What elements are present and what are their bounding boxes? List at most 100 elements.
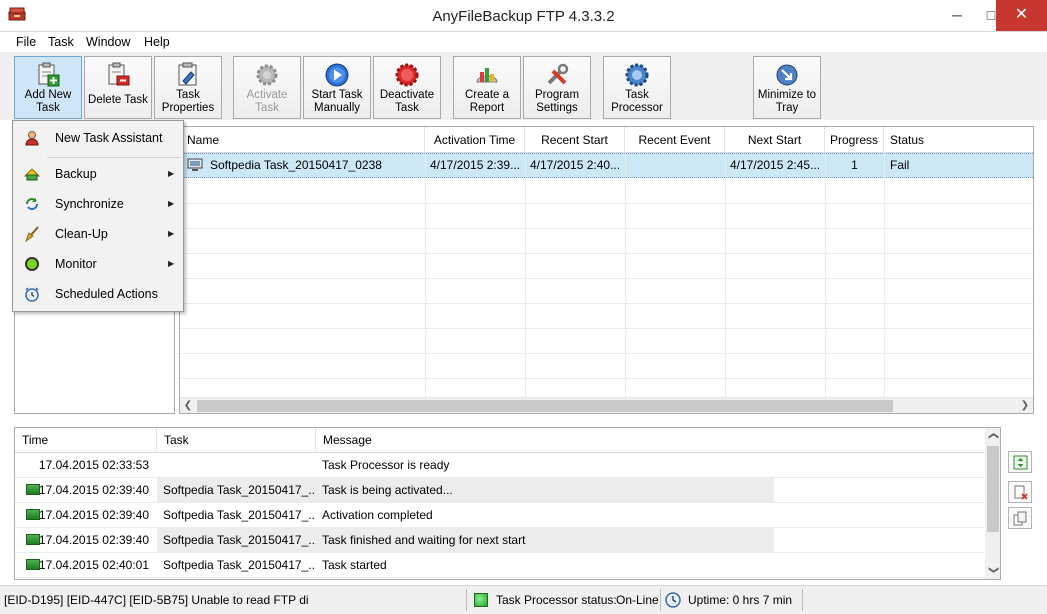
- log-message-cell: Task Processor is ready: [322, 458, 450, 472]
- start-task-manually-label: Start Task Manually: [311, 89, 363, 114]
- minimize-window-button[interactable]: ─: [940, 0, 974, 31]
- menu-window[interactable]: Window: [86, 35, 130, 49]
- synchronize-icon: [26, 198, 38, 210]
- delete-task-button[interactable]: Delete Task: [84, 56, 152, 119]
- log-column-task[interactable]: Task: [157, 428, 316, 453]
- start-task-manually-button[interactable]: Start Task Manually: [303, 56, 371, 119]
- expand-arrows-icon: [1013, 455, 1028, 470]
- create-report-label: Create a Report: [464, 89, 510, 114]
- column-recent-event[interactable]: Recent Event: [625, 127, 725, 153]
- monitor-indicator-icon: [25, 257, 39, 271]
- menu-item-monitor[interactable]: Monitor ▶: [14, 251, 182, 277]
- submenu-arrow-icon: ▶: [168, 229, 175, 238]
- status-divider: [466, 589, 467, 611]
- column-next-start[interactable]: Next Start: [725, 127, 825, 153]
- scroll-right-icon[interactable]: ❯: [1017, 398, 1033, 413]
- menu-item-synchronize[interactable]: Synchronize ▶: [14, 191, 182, 217]
- task-row[interactable]: Softpedia Task_20150417_0238 4/17/2015 2…: [180, 153, 1033, 178]
- scroll-log-button[interactable]: [1008, 451, 1032, 473]
- menu-item-scheduled-actions[interactable]: Scheduled Actions: [14, 281, 182, 307]
- copy-log-button[interactable]: [1008, 507, 1032, 529]
- toolbar: Add New Task Delete Task Task Properties…: [0, 52, 1047, 120]
- deactivate-task-button[interactable]: Deactivate Task: [373, 56, 441, 119]
- log-row[interactable]: 17.04.2015 02:39:40 Softpedia Task_20150…: [15, 478, 985, 503]
- clear-log-button[interactable]: [1008, 481, 1032, 503]
- task-recent-start-cell: 4/17/2015 2:40...: [530, 158, 621, 172]
- status-divider: [802, 589, 803, 611]
- grid-divider: [180, 378, 1033, 379]
- task-properties-label: Task Properties: [161, 89, 215, 114]
- add-new-task-button[interactable]: Add New Task: [14, 56, 82, 119]
- activate-task-label: Activate Task: [246, 89, 288, 114]
- task-processor-button[interactable]: Task Processor: [603, 56, 671, 119]
- menu-item-backup[interactable]: Backup ▶: [14, 161, 182, 187]
- activate-task-button[interactable]: Activate Task: [233, 56, 301, 119]
- uptime-text: Uptime: 0 hrs 7 min: [688, 593, 793, 607]
- log-message-cell: Task started: [322, 558, 387, 572]
- scroll-thumb[interactable]: [197, 400, 893, 412]
- alarm-clock-icon: [25, 287, 39, 302]
- task-name-cell: Softpedia Task_20150417_0238: [210, 158, 382, 172]
- column-progress[interactable]: Progress: [825, 127, 884, 153]
- log-row[interactable]: 17.04.2015 02:33:53 Task Processor is re…: [15, 453, 985, 478]
- column-recent-start[interactable]: Recent Start: [525, 127, 625, 153]
- log-grid[interactable]: Time Task Message 17.04.2015 02:33:53 Ta…: [14, 427, 1001, 580]
- menu-item-new-task-assistant[interactable]: New Task Assistant: [14, 125, 182, 151]
- task-progress-cell: 1: [851, 158, 858, 172]
- menu-bar: File Task Window Help: [0, 32, 1047, 52]
- minimize-to-tray-button[interactable]: Minimize to Tray: [753, 56, 821, 119]
- create-report-button[interactable]: Create a Report: [453, 56, 521, 119]
- column-activation-time[interactable]: Activation Time: [425, 127, 525, 153]
- log-time-cell: 17.04.2015 02:39:40: [38, 483, 149, 497]
- menu-task[interactable]: Task: [48, 35, 74, 49]
- log-message-cell: Activation completed: [322, 508, 433, 522]
- grid-divider: [180, 353, 1033, 354]
- delete-task-icon: [108, 62, 130, 86]
- scroll-down-icon[interactable]: ❯: [985, 562, 1000, 578]
- column-status[interactable]: Status: [884, 127, 1033, 153]
- scroll-left-icon[interactable]: ❮: [180, 398, 196, 413]
- menu-help[interactable]: Help: [144, 35, 170, 49]
- submenu-arrow-icon: ▶: [168, 169, 175, 178]
- tray-arrow-icon: [776, 64, 798, 86]
- title-bar: AnyFileBackup FTP 4.3.3.2 ─ □ ✕: [0, 0, 1047, 32]
- grid-divider: [425, 153, 426, 399]
- menu-file[interactable]: File: [16, 35, 36, 49]
- log-row[interactable]: 17.04.2015 02:40:01 Softpedia Task_20150…: [15, 553, 985, 578]
- menu-item-label: Backup: [55, 167, 97, 181]
- close-window-button[interactable]: ✕: [996, 0, 1047, 31]
- activate-gear-icon: [256, 64, 278, 86]
- grid-divider: [180, 228, 1033, 229]
- log-task-cell: Softpedia Task_20150417_...: [163, 558, 316, 572]
- grid-divider: [180, 203, 1033, 204]
- log-task-cell: Softpedia Task_20150417_...: [157, 528, 316, 552]
- grid-divider: [180, 328, 1033, 329]
- task-grid-horizontal-scrollbar[interactable]: ❮ ❯: [180, 397, 1033, 413]
- play-icon: [325, 63, 349, 87]
- scroll-thumb[interactable]: [987, 446, 999, 532]
- clear-log-icon: [1014, 485, 1028, 500]
- log-vertical-scrollbar[interactable]: ❮ ❯: [985, 428, 1000, 579]
- log-row[interactable]: 17.04.2015 02:39:40 Softpedia Task_20150…: [15, 503, 985, 528]
- column-name[interactable]: Name: [180, 127, 425, 153]
- processor-status-value: On-Line: [616, 593, 659, 607]
- log-task-cell: [157, 453, 316, 477]
- task-properties-button[interactable]: Task Properties: [154, 56, 222, 119]
- task-status-cell: Fail: [890, 158, 910, 172]
- log-time-cell: 17.04.2015 02:39:40: [38, 508, 149, 522]
- scroll-up-icon[interactable]: ❮: [985, 428, 1000, 444]
- grid-divider: [625, 153, 626, 399]
- menu-item-label: Synchronize: [55, 197, 124, 211]
- task-grid[interactable]: Name Activation Time Recent Start Recent…: [179, 126, 1034, 414]
- log-column-time[interactable]: Time: [15, 428, 157, 453]
- submenu-arrow-icon: ▶: [168, 199, 175, 208]
- backup-icon: [24, 168, 40, 181]
- menu-item-clean-up[interactable]: Clean-Up ▶: [14, 221, 182, 247]
- grid-divider: [180, 278, 1033, 279]
- task-activation-time-cell: 4/17/2015 2:39...: [430, 158, 521, 172]
- task-next-start-cell: 4/17/2015 2:45...: [730, 158, 821, 172]
- status-divider: [660, 589, 661, 611]
- log-column-message[interactable]: Message: [316, 428, 985, 453]
- program-settings-button[interactable]: Program Settings: [523, 56, 591, 119]
- log-row[interactable]: 17.04.2015 02:39:40 Softpedia Task_20150…: [15, 528, 985, 553]
